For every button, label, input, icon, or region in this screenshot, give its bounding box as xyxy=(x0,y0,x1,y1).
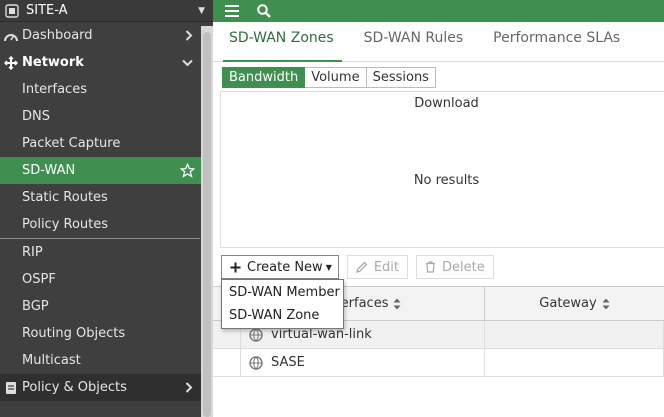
sidebar-item-label: Static Routes xyxy=(22,190,108,205)
sidebar-item-multicast[interactable]: Multicast xyxy=(0,347,213,374)
sidebar-item-bgp[interactable]: BGP xyxy=(0,293,213,320)
sidebar-item-ospf[interactable]: OSPF xyxy=(0,266,213,293)
trash-icon xyxy=(425,261,436,273)
interface-name: virtual-wan-link xyxy=(271,327,372,342)
sidebar-item-routing-objects[interactable]: Routing Objects xyxy=(0,320,213,347)
table-row[interactable]: SASE xyxy=(213,349,664,377)
menu-item-sd-wan-member[interactable]: SD-WAN Member xyxy=(222,281,343,304)
dashboard-icon xyxy=(0,30,22,42)
edit-label: Edit xyxy=(373,259,400,275)
sidebar-item-label: BGP xyxy=(22,299,49,314)
policy-icon xyxy=(0,381,22,395)
chevron-down-icon xyxy=(182,49,193,76)
sidebar-item-policy-routes[interactable]: Policy Routes xyxy=(0,211,213,238)
create-new-menu: SD-WAN Member SD-WAN Zone xyxy=(221,279,344,329)
sidebar-item-policy-objects[interactable]: Policy & Objects xyxy=(0,374,213,401)
tab-performance-slas[interactable]: Performance SLAs xyxy=(477,21,634,61)
sd-wan-zone-icon xyxy=(249,327,263,342)
delete-label: Delete xyxy=(442,259,485,275)
create-new-button[interactable]: Create New ▼ xyxy=(221,255,339,279)
pencil-icon xyxy=(355,261,368,273)
sidebar-item-dashboard[interactable]: Dashboard xyxy=(0,22,213,49)
table-toolbar: Create New ▼ Edit Delete xyxy=(221,255,502,279)
interface-cell: SASE xyxy=(241,349,485,376)
sidebar-item-dns[interactable]: DNS xyxy=(0,103,213,130)
metric-toggle: Bandwidth Volume Sessions xyxy=(222,67,436,88)
plus-icon xyxy=(230,262,241,273)
sidebar-item-label: Multicast xyxy=(22,353,81,368)
sidebar-item-label: Packet Capture xyxy=(22,136,121,151)
edit-button[interactable]: Edit xyxy=(346,255,409,279)
chart-title: Download xyxy=(414,96,479,111)
fortigate-icon xyxy=(4,3,20,19)
tab-bar: SD-WAN Zones SD-WAN Rules Performance SL… xyxy=(213,22,664,62)
top-bar xyxy=(213,0,664,22)
site-name: SITE-A xyxy=(26,3,68,18)
sidebar-item-label: DNS xyxy=(22,109,50,124)
caret-down-icon: ▼ xyxy=(325,262,332,272)
gateway-cell xyxy=(485,321,664,348)
scrollbar-thumb[interactable] xyxy=(203,32,211,417)
delete-button[interactable]: Delete xyxy=(416,255,494,279)
sessions-toggle[interactable]: Sessions xyxy=(366,67,436,88)
sidebar-item-label: Interfaces xyxy=(22,82,87,97)
volume-toggle[interactable]: Volume xyxy=(305,67,367,88)
sidebar-item-rip[interactable]: RIP xyxy=(0,239,213,266)
sidebar-item-interfaces[interactable]: Interfaces xyxy=(0,76,213,103)
network-icon xyxy=(0,55,22,70)
sd-wan-zone-icon xyxy=(249,355,263,370)
sidebar-item-label: Routing Objects xyxy=(22,326,126,341)
sidebar-item-label: RIP xyxy=(22,245,43,260)
chevron-right-icon xyxy=(185,22,193,49)
interface-name: SASE xyxy=(271,355,305,370)
sort-icon xyxy=(602,298,610,310)
sidebar: SITE-A ▼ Dashboard Network Interfaces DN… xyxy=(0,0,213,417)
tab-sd-wan-zones[interactable]: SD-WAN Zones xyxy=(213,21,348,62)
no-results-text: No results xyxy=(413,173,480,188)
sidebar-scrollbar[interactable] xyxy=(201,26,213,417)
search-icon[interactable] xyxy=(257,4,271,18)
create-new-label: Create New xyxy=(247,259,323,275)
column-header-gateway[interactable]: Gateway xyxy=(485,287,664,320)
site-selector[interactable]: SITE-A ▼ xyxy=(0,0,213,22)
row-expand-cell xyxy=(213,349,241,376)
sidebar-item-label: Policy Routes xyxy=(22,217,109,232)
menu-icon[interactable] xyxy=(225,5,239,17)
sort-icon xyxy=(393,298,401,310)
chevron-right-icon xyxy=(185,374,193,401)
menu-item-sd-wan-zone[interactable]: SD-WAN Zone xyxy=(222,304,343,327)
download-chart-panel: Download No results xyxy=(220,91,664,248)
column-label: Gateway xyxy=(539,296,597,311)
sidebar-item-static-routes[interactable]: Static Routes xyxy=(0,184,213,211)
sidebar-item-sd-wan[interactable]: SD-WAN xyxy=(0,157,213,184)
tab-sd-wan-rules[interactable]: SD-WAN Rules xyxy=(348,21,478,61)
chevron-down-icon: ▼ xyxy=(198,5,205,16)
bandwidth-toggle[interactable]: Bandwidth xyxy=(222,67,306,88)
sidebar-item-network[interactable]: Network xyxy=(0,49,213,76)
sidebar-item-packet-capture[interactable]: Packet Capture xyxy=(0,130,213,157)
favorite-star-icon[interactable] xyxy=(180,157,195,184)
sidebar-item-label: OSPF xyxy=(22,272,56,287)
gateway-cell xyxy=(485,349,664,376)
